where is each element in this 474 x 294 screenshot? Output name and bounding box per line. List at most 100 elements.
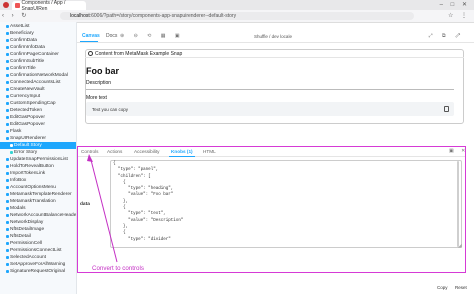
nav-buttons[interactable]: ‹ › ↻ bbox=[2, 12, 29, 19]
sidebar-item[interactable]: NetworkAccountBalanceHeader bbox=[0, 212, 76, 219]
sidebar-item-label: DetectedToken bbox=[10, 108, 42, 113]
sidebar-item[interactable]: Beneficiary bbox=[0, 30, 76, 37]
sidebar-item-label: CustomSpendingCap bbox=[10, 101, 56, 106]
sidebar-item[interactable]: EditGasPopover bbox=[0, 121, 76, 128]
knob-data-label: data bbox=[80, 202, 90, 207]
component-icon bbox=[6, 130, 9, 133]
copy-button[interactable]: Copy bbox=[437, 285, 448, 290]
sidebar-item-label: ConfirmPageContainer bbox=[10, 52, 59, 57]
shuffle-locale-button[interactable]: Shuffle / dev locale bbox=[254, 34, 292, 39]
browser-logo-icon bbox=[3, 2, 9, 8]
component-icon bbox=[6, 235, 9, 238]
sidebar-item[interactable]: ConfirmSubTitle bbox=[0, 58, 76, 65]
sidebar-item[interactable]: Error Story bbox=[0, 149, 76, 156]
sidebar-item[interactable]: AssetList bbox=[0, 23, 76, 30]
sidebar-item[interactable]: ConfirmData bbox=[0, 37, 76, 44]
sidebar-item[interactable]: PermissionsConnectList bbox=[0, 247, 76, 254]
tab-actions[interactable]: Actions bbox=[107, 149, 122, 154]
sidebar-item-label: NftsDetail bbox=[10, 234, 31, 239]
copyable-box[interactable] bbox=[86, 102, 454, 116]
sidebar-item[interactable]: InfoBox bbox=[0, 177, 76, 184]
addon-panel-icons[interactable]: ▣ ✕ bbox=[449, 148, 468, 154]
sidebar-item[interactable]: ImportTokenLink bbox=[0, 170, 76, 177]
sidebar-item-label: ConfirmTitle bbox=[10, 66, 36, 71]
sidebar-item[interactable]: EditGasPopover bbox=[0, 114, 76, 121]
sidebar-item[interactable]: MetamaskTranslation bbox=[0, 198, 76, 205]
sidebar-item[interactable]: NetworkDisplay bbox=[0, 219, 76, 226]
copy-icon[interactable] bbox=[444, 106, 449, 112]
component-icon bbox=[6, 158, 9, 161]
sidebar-item-label: ConfirmData bbox=[10, 38, 37, 43]
sidebar-item[interactable]: ConnectedAccountsList bbox=[0, 79, 76, 86]
sidebar-item[interactable]: ConfirmInfoData bbox=[0, 44, 76, 51]
tab-knobs[interactable]: Knobs (1) bbox=[171, 149, 193, 154]
sidebar-item-label: HoldToRevealButton bbox=[10, 164, 54, 169]
component-icon bbox=[6, 95, 9, 98]
sidebar-item[interactable]: NftsDetailImage bbox=[0, 226, 76, 233]
browser-tab[interactable]: Components / App / SnapUIRen bbox=[12, 0, 86, 12]
sidebar-item[interactable]: SnapUIRenderer bbox=[0, 135, 76, 142]
tab-controls[interactable]: Controls bbox=[81, 149, 98, 154]
story-icon bbox=[10, 151, 13, 154]
resize-handle-icon[interactable]: ◢ bbox=[458, 243, 462, 249]
sidebar-item-label: MetamaskTemplateRenderer bbox=[10, 192, 72, 197]
component-icon bbox=[6, 228, 9, 231]
sidebar-item-label: Error Story bbox=[14, 150, 38, 155]
sidebar-item-label: ConnectedAccountsList bbox=[10, 80, 61, 85]
component-icon bbox=[6, 60, 9, 63]
address-bar[interactable]: localhost:6006/?path=/story/components-a… bbox=[60, 12, 414, 20]
annotation-text: Convert to controls bbox=[92, 265, 144, 272]
textarea-scrollbar[interactable] bbox=[457, 161, 459, 247]
sidebar-item[interactable]: AccountOptionsMenu bbox=[0, 184, 76, 191]
component-icon bbox=[6, 67, 9, 70]
sidebar-item[interactable]: ConfirmPageContainer bbox=[0, 51, 76, 58]
sidebar-item[interactable]: SelectedAccount bbox=[0, 254, 76, 261]
sidebar-item-label: ConfirmationNetworkModal bbox=[10, 73, 68, 78]
sidebar-item[interactable]: DetectedToken bbox=[0, 107, 76, 114]
knobs-tab-indicator bbox=[169, 156, 195, 157]
component-icon bbox=[6, 109, 9, 112]
sidebar-item-label: Default Story bbox=[14, 143, 42, 148]
snap-description: Description bbox=[86, 80, 112, 86]
sidebar-item-label: MetamaskTranslation bbox=[10, 199, 56, 204]
sidebar-item[interactable]: HoldToRevealButton bbox=[0, 163, 76, 170]
toolbar-zoom-icons[interactable]: ⊕ ⊖ ⟲ ▦ ▣ bbox=[120, 33, 184, 39]
sidebar-item[interactable]: ConfirmTitle bbox=[0, 65, 76, 72]
sidebar-item[interactable]: MetamaskTemplateRenderer bbox=[0, 191, 76, 198]
tab-canvas[interactable]: Canvas bbox=[82, 33, 100, 39]
component-icon bbox=[6, 32, 9, 35]
sidebar-item[interactable]: CreateNewVault bbox=[0, 86, 76, 93]
snap-title: Content from MetaMask Example Snap bbox=[95, 51, 183, 57]
component-icon bbox=[6, 249, 9, 252]
toolbar-right-icons[interactable]: ⤢ ⧉ ⇗ bbox=[429, 33, 464, 39]
sidebar-item[interactable]: CurrencyInput bbox=[0, 93, 76, 100]
snap-divider bbox=[86, 89, 454, 90]
tab-accessibility[interactable]: Accessibility bbox=[134, 149, 160, 154]
tab-html[interactable]: HTML bbox=[203, 149, 216, 154]
browser-menu-icons[interactable]: ☆ ⋮ bbox=[448, 12, 470, 19]
component-icon bbox=[6, 200, 9, 203]
component-icon bbox=[6, 242, 9, 245]
sidebar-item[interactable]: UpdateSnapPermissionList bbox=[0, 156, 76, 163]
url-host: localhost bbox=[70, 13, 90, 19]
sidebar-item-label: CurrencyInput bbox=[10, 94, 41, 99]
sidebar-item[interactable]: SetApproveForAllWarning bbox=[0, 261, 76, 268]
sidebar-item-label: PermissionsConnectList bbox=[10, 248, 62, 253]
sidebar-item-label: ConfirmInfoData bbox=[10, 45, 45, 50]
window-controls[interactable]: – □ ✕ bbox=[440, 1, 470, 8]
sidebar-item[interactable]: PermissionCell bbox=[0, 240, 76, 247]
snap-more-text: More text bbox=[86, 95, 107, 101]
sidebar-item-label: Beneficiary bbox=[10, 31, 34, 36]
sidebar-item[interactable]: ConfirmationNetworkModal bbox=[0, 72, 76, 79]
sidebar-item[interactable]: NftsDetail bbox=[0, 233, 76, 240]
reset-button[interactable]: Reset bbox=[455, 285, 467, 290]
sidebar-item[interactable]: SignatureRequestOriginal bbox=[0, 268, 76, 275]
sidebar-item[interactable]: CustomSpendingCap bbox=[0, 100, 76, 107]
sidebar-item[interactable]: Default Story bbox=[0, 142, 76, 149]
sidebar-item[interactable]: Modals bbox=[0, 205, 76, 212]
sidebar-item[interactable]: Flask bbox=[0, 128, 76, 135]
tab-docs[interactable]: Docs bbox=[106, 33, 117, 39]
sidebar-item-label: NetworkDisplay bbox=[10, 220, 44, 225]
component-icon bbox=[6, 39, 9, 42]
component-icon bbox=[6, 214, 9, 217]
